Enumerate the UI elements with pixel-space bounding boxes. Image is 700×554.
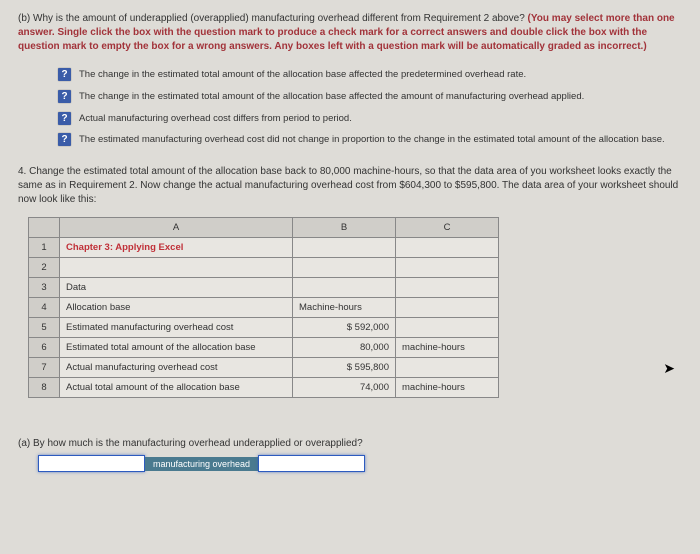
cell	[396, 278, 499, 298]
row-num: 1	[29, 238, 60, 258]
cell: Chapter 3: Applying Excel	[60, 238, 293, 258]
row-num: 3	[29, 278, 60, 298]
cell: Actual manufacturing overhead cost	[60, 358, 293, 378]
table-row: 2	[29, 258, 499, 278]
checkbox-icon[interactable]: ?	[58, 90, 71, 103]
question-4-text: 4. Change the estimated total amount of …	[18, 165, 682, 207]
question-b-prefix: (b) Why is the amount of underapplied (o…	[18, 13, 528, 24]
table-row: 6 Estimated total amount of the allocati…	[29, 338, 499, 358]
cell	[60, 258, 293, 278]
col-header: C	[396, 218, 499, 238]
options-list: ? The change in the estimated total amou…	[58, 68, 682, 147]
cell: Allocation base	[60, 298, 293, 318]
cell: Data	[60, 278, 293, 298]
option-text: The change in the estimated total amount…	[79, 90, 682, 104]
table-header-row: A B C	[29, 218, 499, 238]
cell: 80,000	[293, 338, 396, 358]
row-num: 6	[29, 338, 60, 358]
option-row: ? The estimated manufacturing overhead c…	[58, 133, 682, 147]
cell	[293, 238, 396, 258]
cell	[396, 238, 499, 258]
question-a-text: (a) By how much is the manufacturing ove…	[18, 438, 682, 449]
option-text: The estimated manufacturing overhead cos…	[79, 133, 682, 147]
table-row: 8 Actual total amount of the allocation …	[29, 378, 499, 398]
cell	[396, 358, 499, 378]
amount-input[interactable]	[38, 455, 145, 472]
option-text: The change in the estimated total amount…	[79, 68, 682, 82]
row-num: 2	[29, 258, 60, 278]
cursor-icon: ➤	[663, 360, 675, 377]
table-row: 5 Estimated manufacturing overhead cost …	[29, 318, 499, 338]
col-header: B	[293, 218, 396, 238]
cell	[293, 278, 396, 298]
cell	[293, 258, 396, 278]
col-header: A	[60, 218, 293, 238]
cell: machine-hours	[396, 338, 499, 358]
cell: Machine-hours	[293, 298, 396, 318]
table-row: 7 Actual manufacturing overhead cost $ 5…	[29, 358, 499, 378]
cell: machine-hours	[396, 378, 499, 398]
row-num: 8	[29, 378, 60, 398]
option-row: ? Actual manufacturing overhead cost dif…	[58, 112, 682, 126]
row-num: 4	[29, 298, 60, 318]
cell	[396, 318, 499, 338]
table-row: 1 Chapter 3: Applying Excel	[29, 238, 499, 258]
checkbox-icon[interactable]: ?	[58, 112, 71, 125]
cell: $ 595,800	[293, 358, 396, 378]
option-row: ? The change in the estimated total amou…	[58, 90, 682, 104]
cell: Estimated total amount of the allocation…	[60, 338, 293, 358]
cell: $ 592,000	[293, 318, 396, 338]
option-text: Actual manufacturing overhead cost diffe…	[79, 112, 682, 126]
table-row: 4 Allocation base Machine-hours	[29, 298, 499, 318]
answer-row: manufacturing overhead	[38, 455, 682, 472]
worksheet-table: A B C 1 Chapter 3: Applying Excel 2 3 Da…	[28, 217, 499, 398]
option-row: ? The change in the estimated total amou…	[58, 68, 682, 82]
row-num: 7	[29, 358, 60, 378]
type-input[interactable]	[258, 455, 365, 472]
question-b-text: (b) Why is the amount of underapplied (o…	[18, 12, 682, 54]
cell	[396, 298, 499, 318]
checkbox-icon[interactable]: ?	[58, 133, 71, 146]
checkbox-icon[interactable]: ?	[58, 68, 71, 81]
cell: Estimated manufacturing overhead cost	[60, 318, 293, 338]
overhead-label: manufacturing overhead	[145, 457, 258, 471]
corner-cell	[29, 218, 60, 238]
cell	[396, 258, 499, 278]
row-num: 5	[29, 318, 60, 338]
table-row: 3 Data	[29, 278, 499, 298]
cell: 74,000	[293, 378, 396, 398]
cell: Actual total amount of the allocation ba…	[60, 378, 293, 398]
